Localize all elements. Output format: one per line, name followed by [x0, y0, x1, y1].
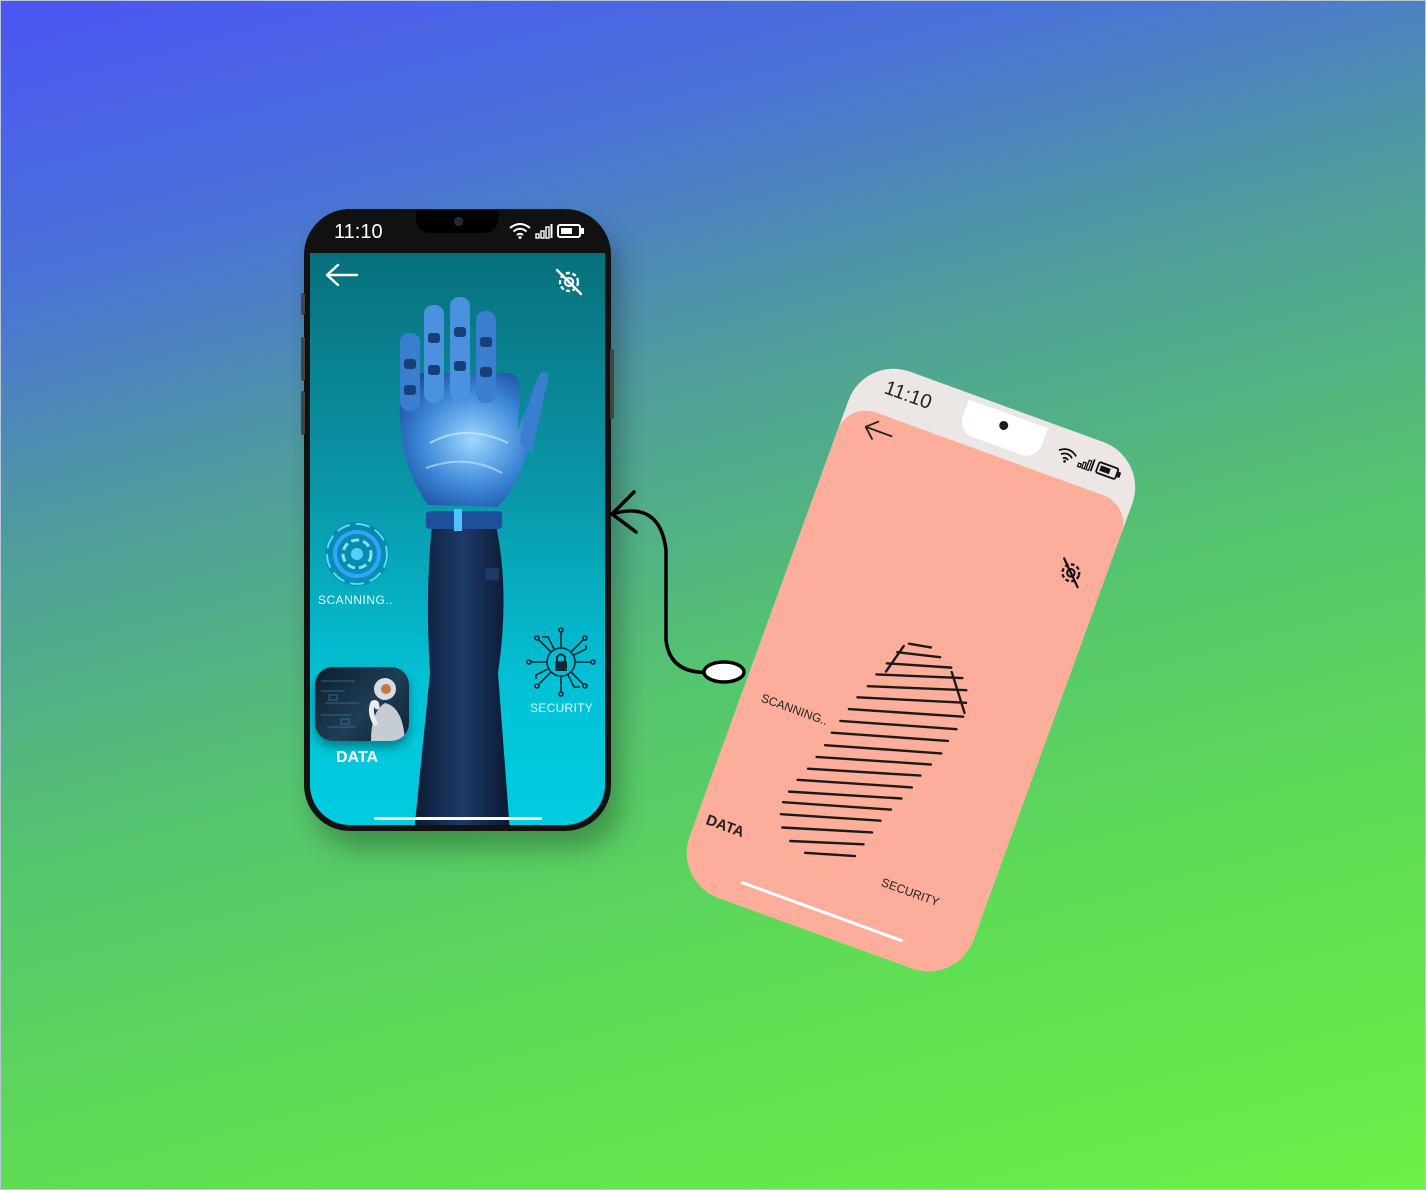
- gear-off-icon: [555, 268, 583, 296]
- data-label: DATA: [336, 749, 379, 766]
- scanning-label: SCANNING..: [318, 593, 394, 607]
- wifi-icon: [1058, 448, 1077, 463]
- data-label: DATA: [703, 811, 747, 842]
- circuit-lock-icon: [526, 627, 596, 697]
- volume-down-button: [301, 391, 305, 435]
- arrow-left-icon: [325, 263, 359, 287]
- robotic-arm-illustration: [399, 297, 549, 825]
- hand-sketch-scribble: [779, 642, 968, 858]
- power-button: [610, 349, 614, 419]
- back-button[interactable]: [857, 415, 898, 452]
- mute-switch: [301, 293, 305, 315]
- settings-off-button[interactable]: [554, 267, 584, 302]
- status-time: 11:10: [881, 376, 935, 415]
- front-camera: [997, 419, 1010, 432]
- back-button[interactable]: [324, 263, 360, 292]
- status-bar: 11:10: [304, 209, 611, 253]
- settings-off-button[interactable]: [1051, 555, 1089, 596]
- signal-icon: [1076, 459, 1096, 472]
- curved-arrow-icon: [610, 490, 746, 684]
- security-label: SECURITY: [530, 701, 594, 715]
- data-tile-button[interactable]: [315, 667, 409, 741]
- front-camera: [454, 217, 463, 226]
- gear-off-icon: [1061, 557, 1081, 589]
- home-indicator[interactable]: [740, 880, 904, 943]
- volume-up-button: [301, 337, 305, 381]
- signal-icon: [535, 224, 553, 239]
- security-button[interactable]: [526, 627, 596, 697]
- arrow-left-icon: [864, 420, 893, 440]
- status-icons: [509, 223, 585, 239]
- home-indicator[interactable]: [374, 817, 542, 820]
- robot-thumbnail-image: [321, 678, 405, 741]
- primary-phone-screen: SCANNING.. SECURITY DATA: [310, 253, 605, 825]
- wifi-icon: [509, 223, 531, 239]
- battery-icon: [1095, 461, 1122, 480]
- status-time: 11:10: [334, 221, 383, 243]
- status-icons: [1055, 445, 1124, 482]
- notch: [416, 211, 498, 233]
- primary-phone-mockup: 11:10 SCANNING.. SECURITY DATA: [301, 209, 614, 831]
- battery-icon: [557, 224, 584, 238]
- scanner-ring-icon: [325, 522, 389, 586]
- scanning-button[interactable]: [322, 519, 392, 589]
